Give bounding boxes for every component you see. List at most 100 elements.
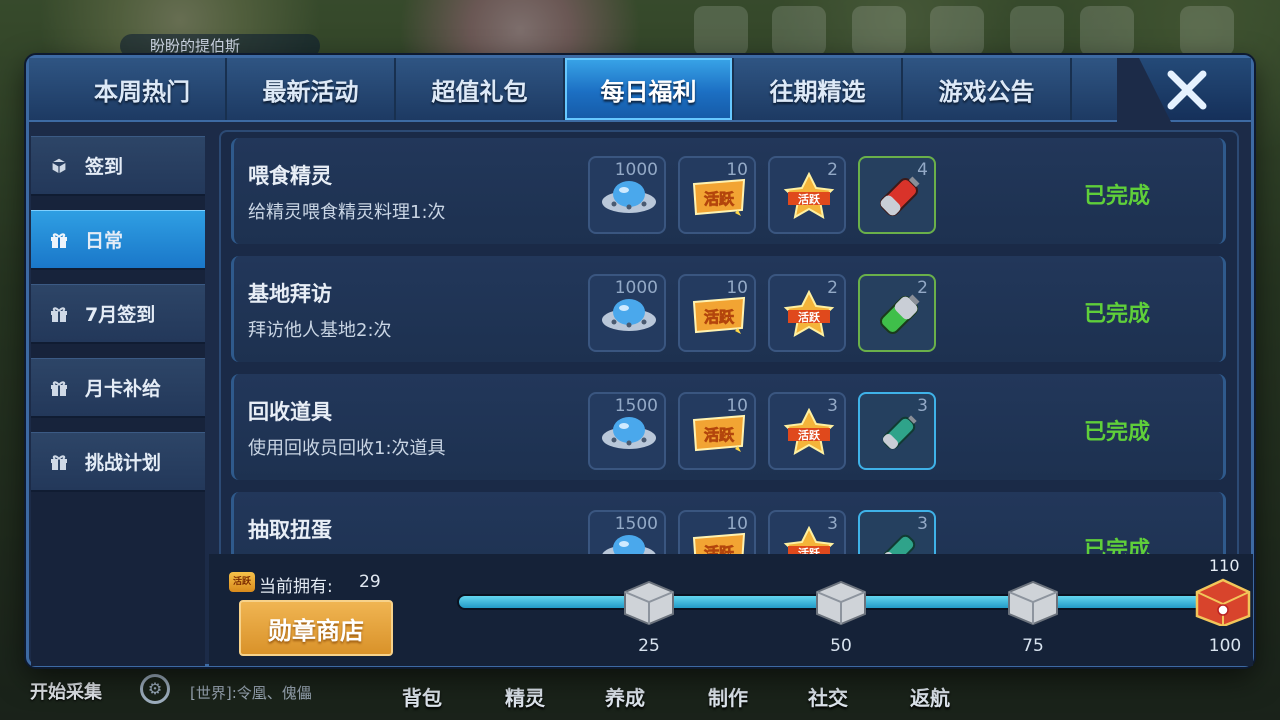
task-title: 抽取扭蛋 [248, 518, 332, 542]
nav-pets: 精灵 [505, 686, 545, 710]
side-item-label: 挑战计划 [85, 452, 162, 474]
side-item-july-checkin[interactable]: 7月签到 [31, 284, 205, 344]
reward-count: 3 [827, 396, 838, 416]
world-chat-text: [世界]:令凰、傀儡 [190, 684, 312, 702]
nav-craft: 制作 [708, 686, 748, 710]
milestone-chest-100[interactable] [1193, 576, 1253, 626]
hud-gem-icon [930, 6, 984, 56]
side-menu: 签到 日常 7月签到 月卡补给 挑战计划 [31, 136, 205, 666]
task-desc: 给精灵喂食精灵料理1:次 [248, 202, 446, 223]
reward-badge-text: 活跃 [798, 428, 821, 442]
side-item-monthly-card[interactable]: 月卡补给 [31, 358, 205, 418]
task-row: 喂食精灵 给精灵喂食精灵料理1:次 1000 活跃 10 活跃 2 4 已完成 [231, 138, 1226, 244]
gift-icon [51, 306, 67, 322]
reward-slot[interactable]: 活跃 2 [768, 156, 846, 234]
task-status-done: 已完成 [1084, 184, 1151, 209]
reward-count: 1000 [614, 278, 658, 298]
medal-shop-button[interactable]: 勋章商店 [239, 600, 393, 656]
gift-icon [51, 232, 67, 248]
tab-value-packs[interactable]: 超值礼包 [396, 58, 565, 120]
task-status-done: 已完成 [1084, 420, 1151, 445]
task-row: 基地拜访 拜访他人基地2:次 1000 活跃 10 活跃 2 2 已完成 [231, 256, 1226, 362]
side-item-challenge-plan[interactable]: 挑战计划 [31, 432, 205, 492]
reward-count: 10 [726, 160, 748, 180]
reward-count: 10 [726, 278, 748, 298]
welfare-dialog: 本周热门 最新活动 超值礼包 每日福利 往期精选 游戏公告 签到 日常 7月签到… [26, 55, 1254, 667]
task-row: 回收道具 使用回收员回收1:次道具 1500 活跃 10 活跃 3 3 已完成 [231, 374, 1226, 480]
reward-badge-text: 活跃 [704, 426, 735, 444]
reward-count: 1500 [614, 396, 658, 416]
reward-count: 1000 [614, 160, 658, 180]
activity-progress-area: 活跃 当前拥有: 29 勋章商店 110 25 50 75 100 [209, 554, 1253, 666]
hud-mask-icon [852, 6, 906, 56]
start-collect-label: 开始采集 [30, 682, 102, 703]
hud-notice-icon [772, 6, 826, 56]
activity-badge-icon: 活跃 [229, 572, 255, 592]
tab-latest-events[interactable]: 最新活动 [227, 58, 396, 120]
reward-count: 10 [726, 514, 748, 534]
task-title: 喂食精灵 [248, 164, 332, 188]
reward-badge-text: 活跃 [704, 308, 735, 326]
reward-slot[interactable]: 1500 [588, 392, 666, 470]
hud-spt-icon [694, 6, 748, 56]
tab-past-picks[interactable]: 往期精选 [734, 58, 903, 120]
reward-slot[interactable]: 活跃 2 [768, 274, 846, 352]
reward-badge-text: 活跃 [798, 192, 821, 206]
side-item-label: 日常 [85, 230, 124, 252]
reward-count: 2 [827, 160, 838, 180]
owned-value: 29 [359, 572, 381, 592]
milestone-label: 75 [1022, 636, 1044, 656]
progress-max-label: 110 [1209, 556, 1240, 575]
milestone-chest-75[interactable] [1003, 576, 1063, 626]
reward-count: 4 [917, 160, 928, 180]
side-item-checkin[interactable]: 签到 [31, 136, 205, 196]
task-title: 回收道具 [248, 400, 332, 424]
milestone-label: 25 [638, 636, 660, 656]
milestone-chest-25[interactable] [619, 576, 679, 626]
reward-slot[interactable]: 1000 [588, 156, 666, 234]
tab-daily-welfare[interactable]: 每日福利 [565, 58, 734, 120]
side-item-label: 签到 [85, 156, 124, 178]
gift-icon [51, 380, 67, 396]
milestone-label: 50 [830, 636, 852, 656]
tab-weekly-hot[interactable]: 本周热门 [29, 58, 227, 120]
reward-slot[interactable]: 活跃 10 [678, 156, 756, 234]
nav-social: 社交 [808, 686, 848, 710]
top-hud: 盼盼的提伯斯 [0, 0, 1280, 58]
nav-develop: 养成 [605, 686, 645, 710]
bottom-hud: 开始采集 ⚙ [世界]:令凰、傀儡 背包 精灵 养成 制作 社交 返航 [0, 668, 1280, 720]
reward-slot[interactable]: 1000 [588, 274, 666, 352]
reward-badge-text: 活跃 [798, 310, 821, 324]
reward-slot[interactable]: 活跃 10 [678, 274, 756, 352]
milestone-chest-50[interactable] [811, 576, 871, 626]
settings-gear-icon: ⚙ [140, 674, 170, 704]
cube-icon [51, 156, 67, 175]
reward-count: 3 [827, 514, 838, 534]
reward-slot[interactable]: 3 [858, 392, 936, 470]
hud-orb-icon [1080, 6, 1134, 56]
tab-bar: 本周热门 最新活动 超值礼包 每日福利 往期精选 游戏公告 [29, 58, 1117, 122]
reward-slot[interactable]: 活跃 3 [768, 392, 846, 470]
task-title: 基地拜访 [248, 282, 332, 306]
owned-label: 当前拥有: [259, 577, 333, 597]
tab-game-notice[interactable]: 游戏公告 [903, 58, 1072, 120]
gift-icon [51, 454, 67, 470]
reward-slot[interactable]: 4 [858, 156, 936, 234]
reward-count: 10 [726, 396, 748, 416]
reward-count: 2 [917, 278, 928, 298]
milestone-label: 100 [1208, 636, 1242, 656]
reward-count: 3 [917, 514, 928, 534]
side-item-daily[interactable]: 日常 [31, 210, 205, 270]
nav-bag: 背包 [402, 686, 442, 710]
close-icon[interactable] [1165, 68, 1209, 112]
task-status-done: 已完成 [1084, 302, 1151, 327]
reward-slot[interactable]: 活跃 10 [678, 392, 756, 470]
reward-badge-text: 活跃 [704, 190, 735, 208]
reward-slot[interactable]: 2 [858, 274, 936, 352]
reward-count: 2 [827, 278, 838, 298]
side-item-label: 7月签到 [85, 304, 156, 326]
nav-return: 返航 [910, 686, 950, 710]
hud-pet-icon [1010, 6, 1064, 56]
reward-count: 1500 [614, 514, 658, 534]
hud-owl-icon [1180, 6, 1234, 56]
